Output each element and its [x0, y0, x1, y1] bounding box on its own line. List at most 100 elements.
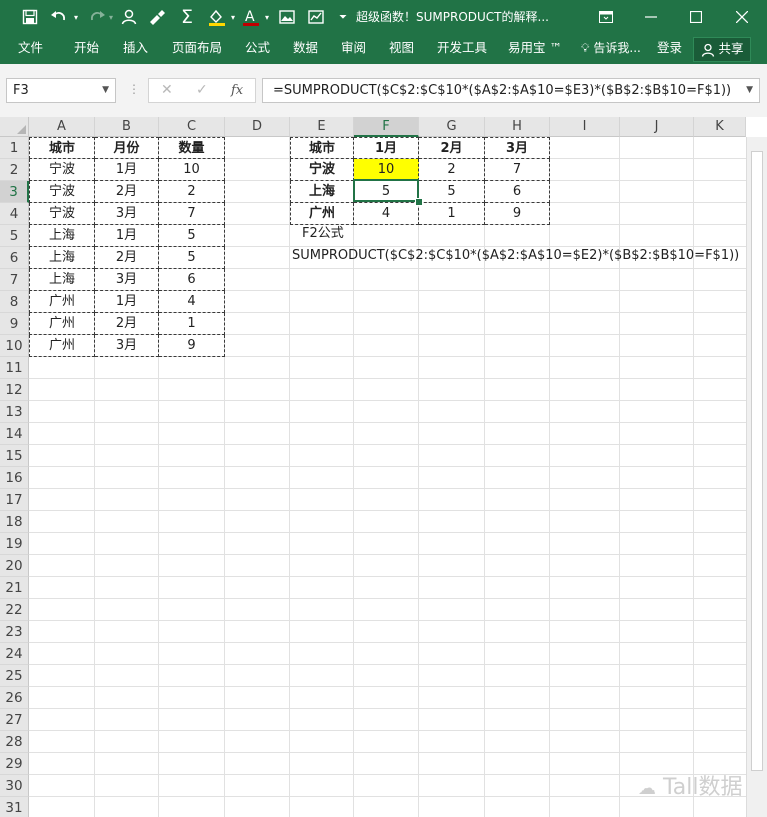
row-header-2[interactable]: 2	[0, 159, 29, 181]
column-header-i[interactable]: I	[550, 117, 620, 137]
font-color-dropdown-icon[interactable]: ▾	[262, 0, 272, 34]
save-icon[interactable]	[20, 0, 40, 34]
row-header-12[interactable]: 12	[0, 379, 29, 401]
source-cell[interactable]: 广州	[29, 313, 95, 335]
source-cell[interactable]: 5	[159, 247, 225, 269]
row-header-3[interactable]: 3	[0, 181, 29, 203]
summary-value-cell[interactable]: 2	[419, 159, 485, 181]
summary-value-cell[interactable]: 1	[419, 203, 485, 225]
source-cell[interactable]: 9	[159, 335, 225, 357]
redo-icon[interactable]	[86, 0, 108, 34]
row-header-19[interactable]: 19	[0, 533, 29, 555]
summary-header-cell[interactable]: 2月	[419, 137, 485, 159]
column-header-a[interactable]: A	[29, 117, 95, 137]
row-header-17[interactable]: 17	[0, 489, 29, 511]
source-cell[interactable]: 上海	[29, 269, 95, 291]
source-cell[interactable]: 宁波	[29, 203, 95, 225]
summary-header-cell[interactable]: 城市	[290, 137, 354, 159]
column-header-f[interactable]: F	[354, 117, 419, 137]
name-box[interactable]: F3 ▼	[6, 78, 116, 103]
select-all-corner[interactable]	[0, 117, 29, 137]
summary-city-cell[interactable]: 上海	[290, 181, 354, 203]
column-header-e[interactable]: E	[290, 117, 354, 137]
row-header-30[interactable]: 30	[0, 775, 29, 797]
fill-handle[interactable]	[415, 198, 423, 206]
row-header-28[interactable]: 28	[0, 731, 29, 753]
summary-value-cell[interactable]: 6	[485, 181, 550, 203]
source-header-cell[interactable]: 城市	[29, 137, 95, 159]
person-icon[interactable]	[118, 0, 140, 34]
row-header-6[interactable]: 6	[0, 247, 29, 269]
undo-icon[interactable]	[48, 0, 70, 34]
source-header-cell[interactable]: 月份	[95, 137, 159, 159]
column-header-b[interactable]: B	[95, 117, 159, 137]
tab-file[interactable]: 文件	[18, 34, 43, 64]
row-header-5[interactable]: 5	[0, 225, 29, 247]
row-header-16[interactable]: 16	[0, 467, 29, 489]
tell-me-search[interactable]: 💡︎ 告诉我...	[581, 34, 641, 64]
source-cell[interactable]: 2月	[95, 247, 159, 269]
tab-home[interactable]: 开始	[74, 34, 99, 64]
picture-icon[interactable]	[276, 0, 298, 34]
cancel-icon[interactable]: ✕	[161, 79, 173, 102]
summary-value-cell[interactable]: 9	[485, 203, 550, 225]
row-header-18[interactable]: 18	[0, 511, 29, 533]
fill-color-dropdown-icon[interactable]: ▾	[228, 0, 238, 34]
minimize-icon[interactable]	[629, 0, 673, 34]
autosum-icon[interactable]: Σ	[176, 0, 198, 34]
note-label[interactable]: F2公式	[302, 223, 344, 245]
row-header-9[interactable]: 9	[0, 313, 29, 335]
column-header-g[interactable]: G	[419, 117, 485, 137]
share-button[interactable]: 共享	[693, 37, 751, 62]
source-cell[interactable]: 宁波	[29, 181, 95, 203]
source-cell[interactable]: 5	[159, 225, 225, 247]
name-box-dropdown-icon[interactable]: ▼	[102, 79, 109, 102]
maximize-icon[interactable]	[674, 0, 718, 34]
chart-icon[interactable]	[305, 0, 327, 34]
source-cell[interactable]: 3月	[95, 269, 159, 291]
column-header-j[interactable]: J	[620, 117, 694, 137]
column-header-h[interactable]: H	[485, 117, 550, 137]
source-cell[interactable]: 3月	[95, 203, 159, 225]
row-header-27[interactable]: 27	[0, 709, 29, 731]
summary-header-cell[interactable]: 1月	[354, 137, 419, 159]
tab-insert[interactable]: 插入	[123, 34, 148, 64]
vertical-scrollbar[interactable]	[746, 137, 767, 817]
source-cell[interactable]: 1月	[95, 225, 159, 247]
summary-value-cell[interactable]: 7	[485, 159, 550, 181]
worksheet-grid[interactable]: A B C D E F G H I J K 1 2 3 4 5 6 7 8 9 10 11 12 13 1…	[0, 117, 767, 817]
row-header-21[interactable]: 21	[0, 577, 29, 599]
source-cell[interactable]: 4	[159, 291, 225, 313]
column-header-k[interactable]: K	[694, 117, 746, 137]
source-cell[interactable]: 1	[159, 313, 225, 335]
summary-value-cell[interactable]: 4	[354, 203, 419, 225]
customize-quick-access-icon[interactable]: ⏷	[336, 0, 350, 34]
formula-input[interactable]: =SUMPRODUCT($C$2:$C$10*($A$2:$A$10=$E3)*…	[262, 78, 760, 103]
source-cell[interactable]: 2	[159, 181, 225, 203]
source-cell[interactable]: 1月	[95, 291, 159, 313]
row-header-23[interactable]: 23	[0, 621, 29, 643]
tab-view[interactable]: 视图	[389, 34, 414, 64]
source-cell[interactable]: 上海	[29, 247, 95, 269]
row-header-29[interactable]: 29	[0, 753, 29, 775]
format-painter-icon[interactable]	[146, 0, 168, 34]
tab-data[interactable]: 数据	[293, 34, 318, 64]
summary-value-cell[interactable]: 10	[354, 159, 419, 181]
row-header-25[interactable]: 25	[0, 665, 29, 687]
ribbon-display-options-icon[interactable]	[584, 0, 628, 34]
tab-page-layout[interactable]: 页面布局	[172, 34, 222, 64]
source-cell[interactable]: 6	[159, 269, 225, 291]
tab-formulas[interactable]: 公式	[245, 34, 270, 64]
tab-developer[interactable]: 开发工具	[437, 34, 487, 64]
row-header-10[interactable]: 10	[0, 335, 29, 357]
source-header-cell[interactable]: 数量	[159, 137, 225, 159]
source-cell[interactable]: 10	[159, 159, 225, 181]
source-cell[interactable]: 1月	[95, 159, 159, 181]
summary-header-cell[interactable]: 3月	[485, 137, 550, 159]
note-formula-text[interactable]: SUMPRODUCT($C$2:$C$10*($A$2:$A$10=$E2)*(…	[292, 245, 739, 267]
row-header-20[interactable]: 20	[0, 555, 29, 577]
close-icon[interactable]	[720, 0, 764, 34]
undo-dropdown-icon[interactable]: ▾	[71, 0, 81, 34]
source-cell[interactable]: 广州	[29, 335, 95, 357]
tab-easyshu[interactable]: 易用宝 ™	[508, 34, 562, 64]
